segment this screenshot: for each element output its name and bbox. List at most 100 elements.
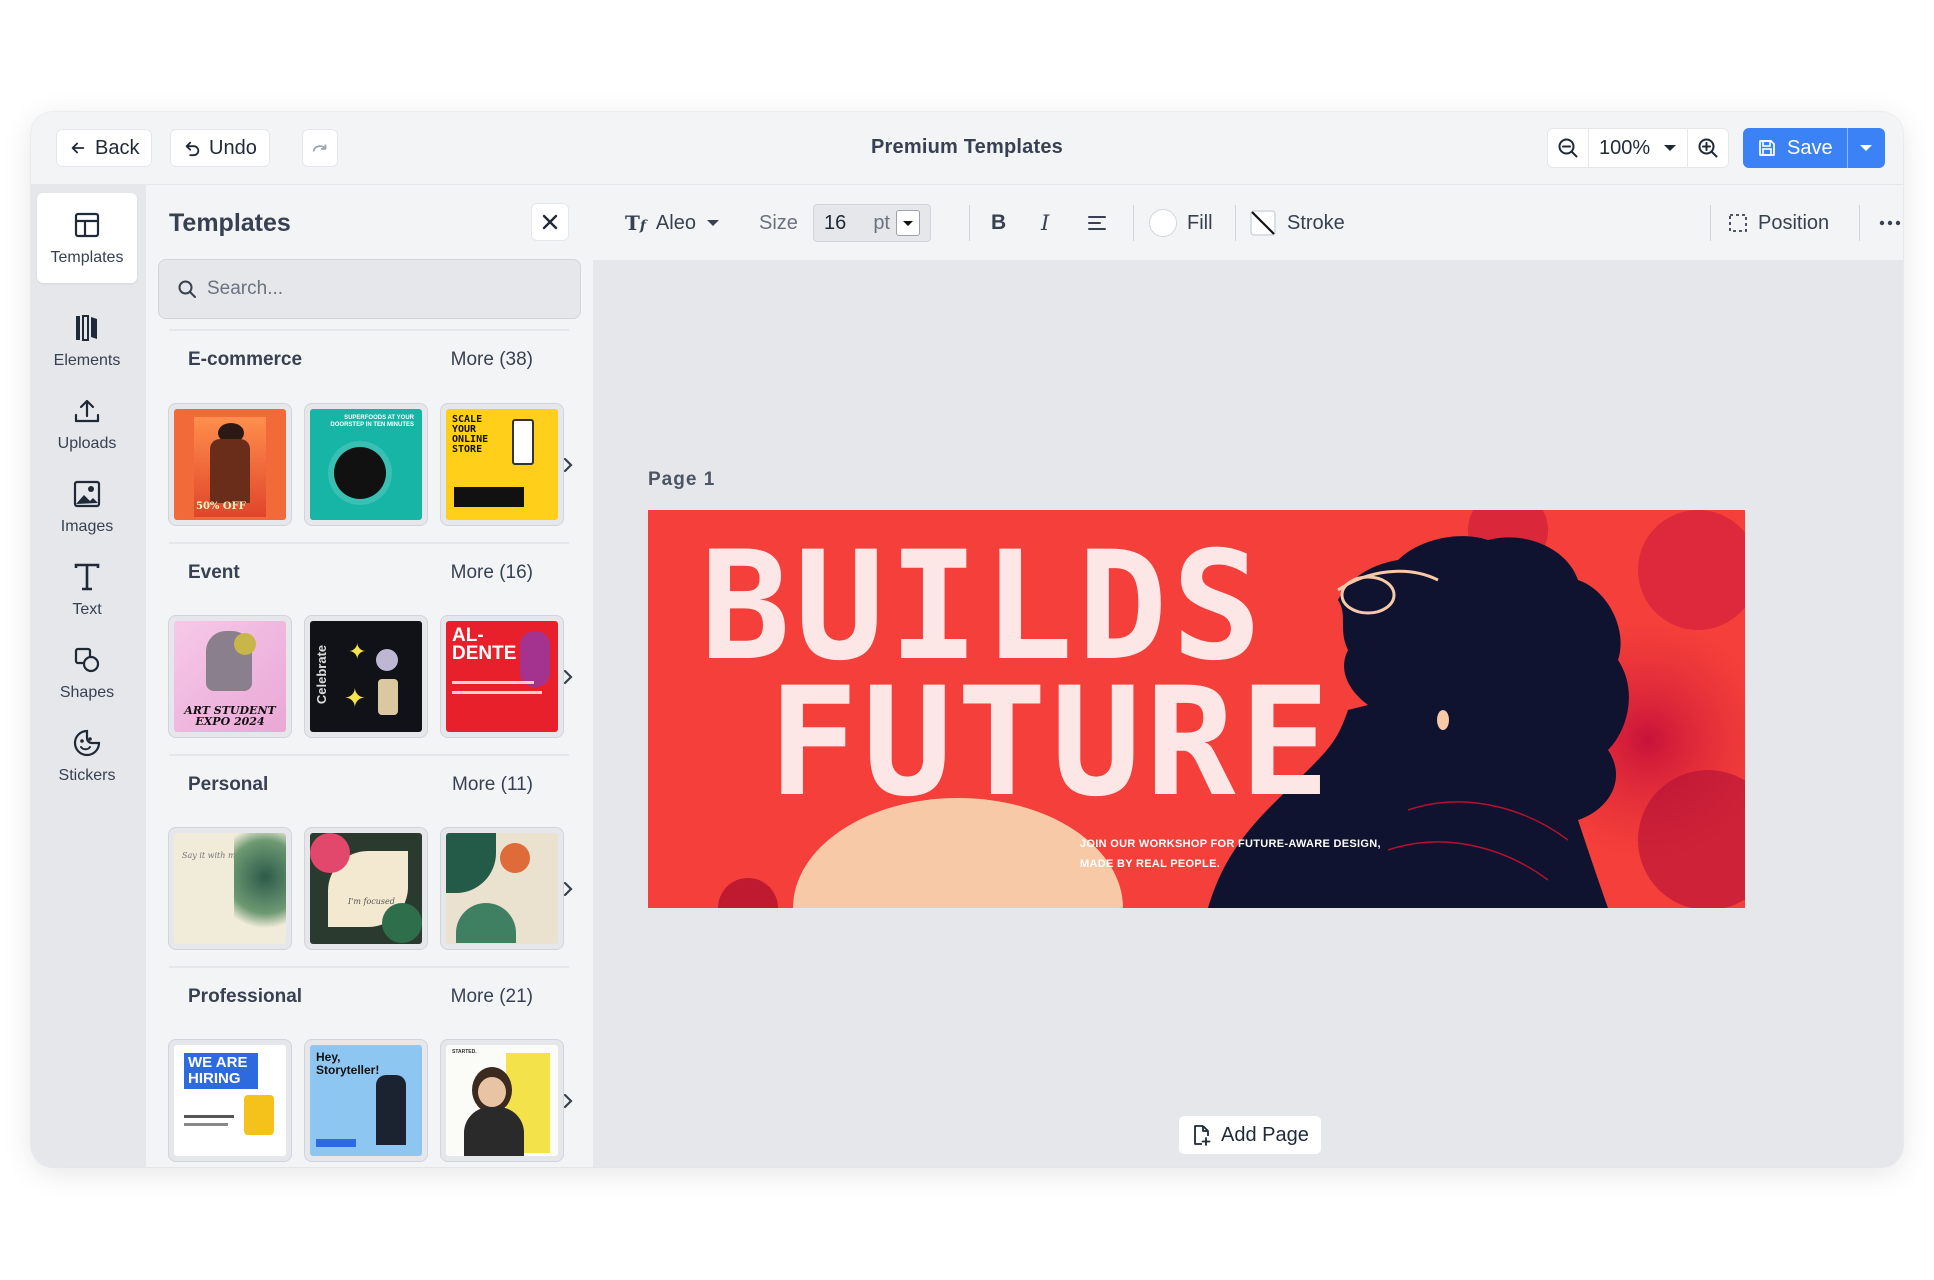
save-button[interactable]: Save [1743, 128, 1847, 168]
category-header-personal: Personal More (11) [188, 774, 533, 796]
upload-icon [74, 399, 100, 423]
bold-button[interactable]: B [991, 185, 1006, 261]
rail-label: Templates [50, 249, 124, 266]
zoom-out-button[interactable] [1548, 129, 1588, 167]
rail-item-templates[interactable]: Templates [37, 193, 137, 283]
caret-down-icon [1860, 145, 1873, 151]
text-icon [74, 563, 100, 591]
font-icon: Tf [625, 211, 646, 235]
zoom-select[interactable]: 100% [1588, 129, 1688, 167]
thumb-text: Hey, Storyteller! [316, 1050, 380, 1077]
fill-label: Fill [1187, 211, 1213, 234]
rail-item-images[interactable]: Images [37, 462, 137, 552]
font-family-select[interactable]: Tf Aleo [625, 185, 720, 261]
rail-label: Text [72, 601, 102, 618]
stroke-button[interactable]: Stroke [1249, 185, 1345, 261]
search-box [158, 259, 581, 319]
divider [1859, 205, 1860, 241]
rail-item-elements[interactable]: Elements [37, 296, 137, 386]
zoom-control: 100% [1547, 128, 1729, 168]
font-name: Aleo [655, 211, 696, 234]
font-size-value: 16 [824, 211, 847, 234]
thumb-row-professional: WE ARE HIRING Hey, Storyteller! STARTED. [168, 1039, 564, 1162]
more-link-personal[interactable]: More (11) [452, 774, 533, 796]
add-page-icon [1194, 1125, 1211, 1146]
rail-item-text[interactable]: Text [37, 545, 137, 635]
template-thumb-superfoods[interactable]: SUPERFOODS AT YOUR DOORSTEP IN TEN MINUT… [304, 403, 428, 526]
template-thumb-floral-3[interactable] [440, 827, 564, 950]
more-link-event[interactable]: More (16) [451, 562, 533, 584]
save-options-button[interactable] [1846, 128, 1885, 168]
format-toolbar: Tf Aleo Size 16 pt B I Fill Stroke Posit… [593, 185, 1903, 261]
thumb-row-personal: Say it with me I'm focused [168, 827, 564, 950]
more-link-ecommerce[interactable]: More (38) [451, 349, 533, 371]
elements-icon [76, 315, 97, 341]
templates-panel: Templates E-commerce More (38) 50% OFF [146, 185, 593, 1167]
add-page-button[interactable]: Add Page [1178, 1115, 1322, 1155]
divider [1133, 205, 1134, 241]
rail-label: Stickers [58, 767, 116, 784]
page-1-banner[interactable]: BUILDS FUTURE JOIN OUR WORKSHOP FOR FUTU… [648, 510, 1745, 908]
size-label: Size [759, 211, 798, 234]
fill-swatch [1149, 209, 1177, 237]
template-thumb-art-expo[interactable]: ART STUDENT EXPO 2024 [168, 615, 292, 738]
rail-label: Shapes [59, 684, 115, 701]
chevron-right-icon[interactable] [558, 455, 578, 475]
thumb-text: SCALE YOUR ONLINE STORE [452, 414, 489, 455]
close-panel-button[interactable] [531, 203, 569, 241]
font-size-field[interactable]: 16 pt [813, 204, 931, 242]
category-name: Personal [188, 774, 269, 795]
italic-button[interactable]: I [1041, 185, 1049, 261]
divider [169, 966, 569, 968]
template-thumb-fashion-sale[interactable]: 50% OFF [168, 403, 292, 526]
zoom-in-icon [1698, 138, 1718, 158]
banner-subtext[interactable]: JOIN OUR WORKSHOP FOR FUTURE-AWARE DESIG… [1080, 834, 1381, 874]
thumb-row-event: ART STUDENT EXPO 2024 Celebrate ✦ ✦ AL- … [168, 615, 564, 738]
template-thumb-portrait[interactable]: STARTED. [440, 1039, 564, 1162]
divider [1235, 205, 1236, 241]
category-header-ecommerce: E-commerce More (38) [188, 349, 533, 371]
divider [169, 542, 569, 544]
shapes-icon [74, 647, 100, 673]
layout-icon [74, 212, 100, 238]
rail-label: Uploads [57, 435, 117, 452]
template-thumb-hiring[interactable]: WE ARE HIRING [168, 1039, 292, 1162]
template-thumb-storyteller[interactable]: Hey, Storyteller! [304, 1039, 428, 1162]
template-thumb-al-dente[interactable]: AL- DENTE [440, 615, 564, 738]
category-name: E-commerce [188, 349, 303, 370]
category-name: Professional [188, 986, 303, 1007]
thumb-row-ecommerce: 50% OFF SUPERFOODS AT YOUR DOORSTEP IN T… [168, 403, 564, 526]
editor-window: Back Undo Premium Templates 100% Save Te… [31, 112, 1903, 1167]
zoom-value: 100% [1599, 136, 1651, 159]
template-thumb-floral-2[interactable]: I'm focused [304, 827, 428, 950]
chevron-right-icon[interactable] [558, 879, 578, 899]
template-thumb-celebrate[interactable]: Celebrate ✦ ✦ [304, 615, 428, 738]
more-link-professional[interactable]: More (21) [451, 986, 533, 1008]
search-input[interactable] [207, 278, 547, 300]
banner-subtext-line-2: MADE BY REAL PEOPLE. [1080, 858, 1221, 870]
thumb-text: 50% OFF [196, 501, 246, 512]
rail-item-uploads[interactable]: Uploads [37, 379, 137, 469]
banner-headline-2[interactable]: FUTURE [768, 668, 1334, 818]
add-page-label: Add Page [1221, 1123, 1309, 1146]
category-name: Event [188, 562, 240, 583]
rail-item-stickers[interactable]: Stickers [37, 711, 137, 801]
rail-label: Elements [53, 352, 121, 369]
zoom-in-button[interactable] [1688, 129, 1728, 167]
caret-down-icon [1664, 145, 1676, 151]
caret-down-icon [903, 220, 913, 226]
align-button[interactable] [1087, 185, 1107, 261]
position-button[interactable]: Position [1728, 185, 1829, 261]
divider [1710, 205, 1711, 241]
position-icon [1729, 214, 1747, 232]
template-thumb-floral-1[interactable]: Say it with me [168, 827, 292, 950]
more-options-button[interactable] [1879, 185, 1901, 261]
rail-item-shapes[interactable]: Shapes [37, 628, 137, 718]
font-size-dropdown[interactable] [896, 210, 920, 236]
chevron-right-icon[interactable] [558, 667, 578, 687]
thumb-text: AL- DENTE [452, 625, 517, 664]
chevron-right-icon[interactable] [558, 1091, 578, 1111]
template-thumb-scale-store[interactable]: SCALE YOUR ONLINE STORE [440, 403, 564, 526]
fill-button[interactable]: Fill [1149, 185, 1213, 261]
thumb-text: WE ARE HIRING [184, 1053, 258, 1089]
